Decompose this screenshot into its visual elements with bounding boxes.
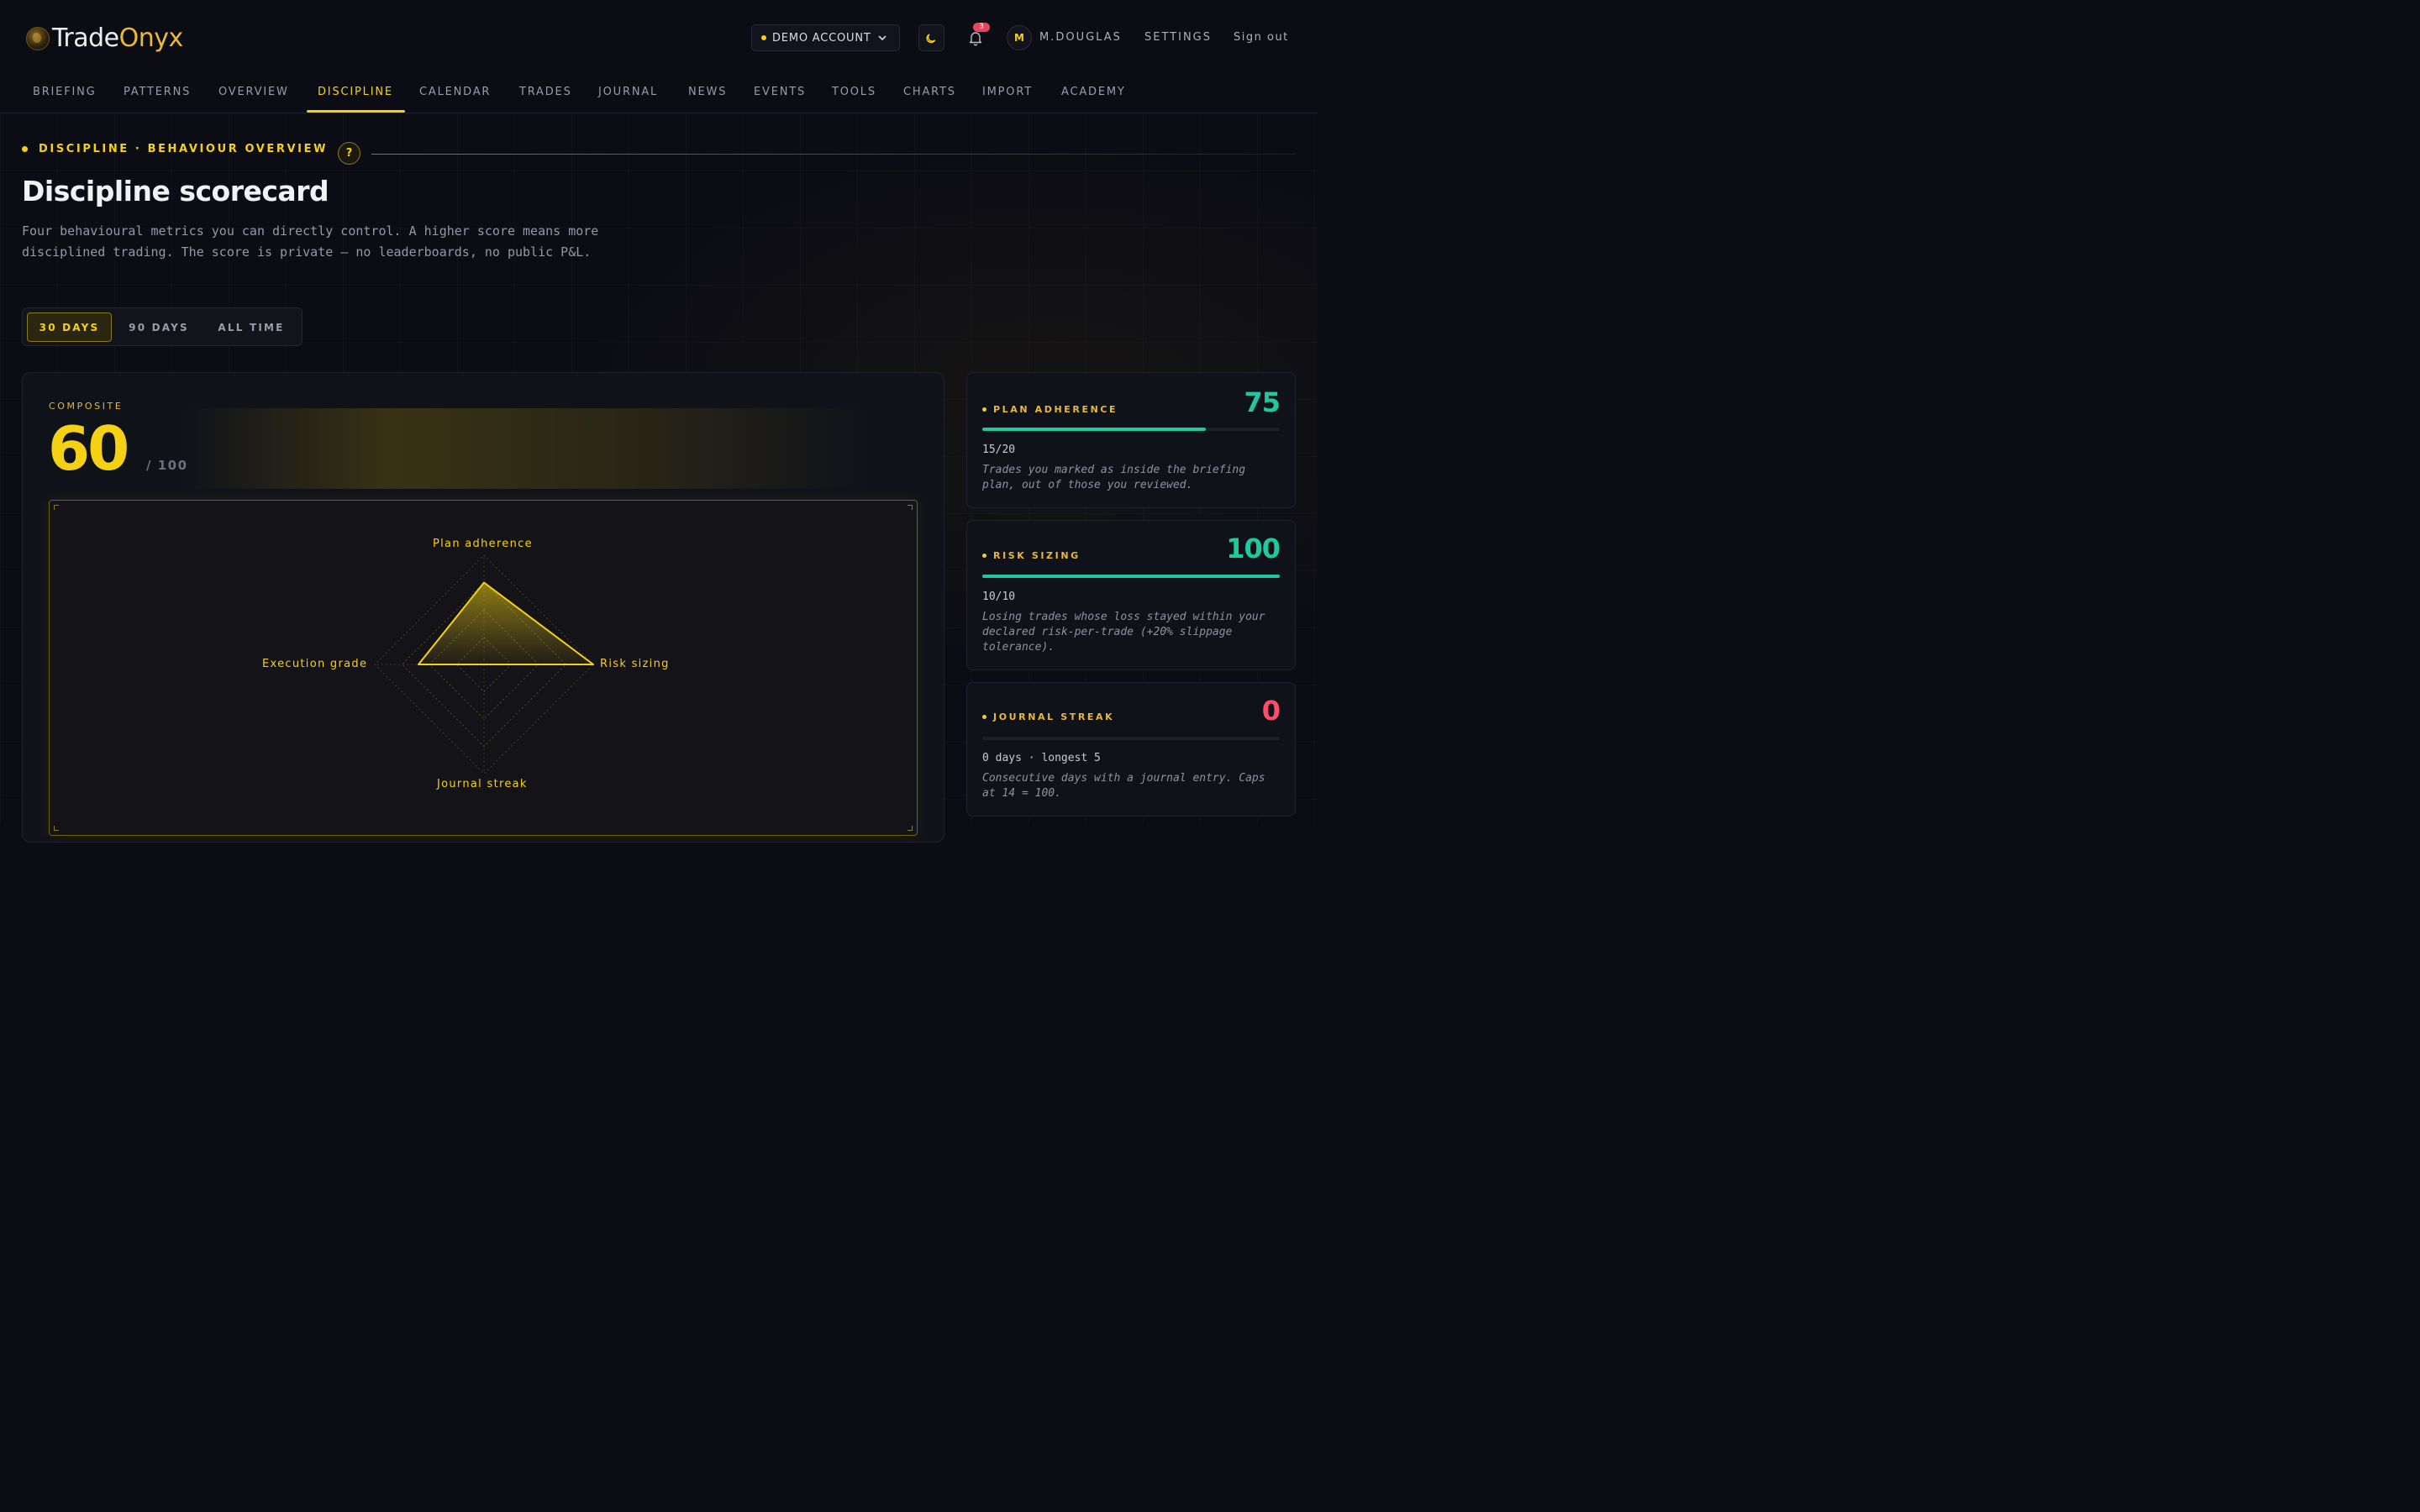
metric-progress-fill [982,575,1280,578]
metric-progress-bar [982,428,1280,431]
brand-wordmark: TradeOnyx [52,24,183,53]
tab-news[interactable]: NEWS [688,86,727,98]
tab-journal[interactable]: JOURNAL [598,86,658,98]
axis-label-execution-grade: Execution grade [262,658,368,670]
metric-description: Consecutive days with a journal entry. C… [982,772,1265,800]
metric-count: 10/10 [982,591,1016,603]
composite-score: 60 [48,413,129,484]
composite-glow [182,408,871,489]
composite-max: / 100 [146,458,188,473]
composite-card: COMPOSITE 60 / 100 Plan adherence Risk s… [22,372,944,843]
top-bar: TradeOnyx DEMO ACCOUNT 3 M M.DOUGLAS SET… [0,0,1318,76]
metric-card-journal-streak: JOURNAL STREAK 0 0 days · longest 5 Cons… [966,682,1296,816]
metric-progress-bar [982,737,1280,740]
chevron-down-icon [878,33,886,44]
tab-charts[interactable]: CHARTS [903,86,956,98]
metric-value: 75 [1244,386,1281,418]
radar-chart-panel: Plan adherence Risk sizing Journal strea… [49,500,918,836]
tab-overview[interactable]: OVERVIEW [218,86,289,98]
tab-discipline[interactable]: DISCIPLINE [318,86,393,98]
range-30-days-button[interactable]: 30 DAYS [27,312,112,342]
globe-logo-icon [26,26,50,50]
radar-data-polygon [418,581,594,665]
account-status-dot [761,35,766,40]
metric-description: Trades you marked as inside the briefing… [982,464,1246,491]
sign-out-link[interactable]: Sign out [1234,31,1289,44]
section-eyebrow: DISCIPLINE · BEHAVIOUR OVERVIEW [22,143,328,155]
account-label: DEMO ACCOUNT [772,31,871,45]
notifications-badge: 3 [973,23,990,32]
avatar[interactable]: M [1007,25,1032,50]
main-nav: BRIEFING PATTERNS OVERVIEW DISCIPLINE CA… [0,74,1318,113]
metric-card-plan-adherence: PLAN ADHERENCE 75 15/20 Trades you marke… [966,372,1296,508]
theme-toggle-button[interactable] [918,24,944,51]
eyebrow-text: DISCIPLINE · BEHAVIOUR OVERVIEW [39,143,329,155]
metric-count: 15/20 [982,444,1016,456]
tab-import[interactable]: IMPORT [982,86,1033,98]
tab-patterns[interactable]: PATTERNS [124,86,191,98]
metric-name: PLAN ADHERENCE [982,404,1118,415]
page-description: Four behavioural metrics you can directl… [22,223,599,260]
active-tab-indicator [307,110,405,113]
metric-value: 100 [1226,533,1281,564]
metric-value: 0 [1261,695,1281,727]
range-90-days-button[interactable]: 90 DAYS [117,312,201,342]
composite-label: COMPOSITE [49,401,124,412]
metric-name: JOURNAL STREAK [982,711,1114,722]
tab-academy[interactable]: ACADEMY [1061,86,1126,98]
brand-part-1: Trade [52,24,119,53]
tab-calendar[interactable]: CALENDAR [419,86,491,98]
metric-name: RISK SIZING [982,550,1081,561]
axis-label-risk-sizing: Risk sizing [600,658,670,670]
tab-trades[interactable]: TRADES [519,86,572,98]
tab-briefing[interactable]: BRIEFING [33,86,97,98]
time-range-toggle: 30 DAYS 90 DAYS ALL TIME [22,307,302,346]
metric-description: Losing trades whose loss stayed within y… [982,611,1265,654]
tab-tools[interactable]: TOOLS [832,86,876,98]
help-button[interactable]: ? [338,142,360,165]
range-all-time-button[interactable]: ALL TIME [208,312,295,342]
axis-label-journal-streak: Journal streak [437,778,528,790]
metric-progress-fill [982,428,1206,431]
brand-part-2: Onyx [118,24,184,53]
tab-events[interactable]: EVENTS [754,86,806,98]
metric-card-risk-sizing: RISK SIZING 100 10/10 Losing trades whos… [966,520,1296,670]
metric-count: 0 days · longest 5 [982,752,1101,764]
username-link[interactable]: M.DOUGLAS [1039,31,1122,44]
brand-logo[interactable]: TradeOnyx [26,24,183,53]
moon-icon [925,34,935,44]
account-selector[interactable]: DEMO ACCOUNT [751,24,900,51]
eyebrow-divider [371,154,1296,155]
settings-link[interactable]: SETTINGS [1144,31,1212,44]
axis-label-plan-adherence: Plan adherence [433,538,533,550]
eyebrow-dot [22,146,28,152]
page-title: Discipline scorecard [22,175,329,207]
metric-progress-bar [982,575,1280,578]
